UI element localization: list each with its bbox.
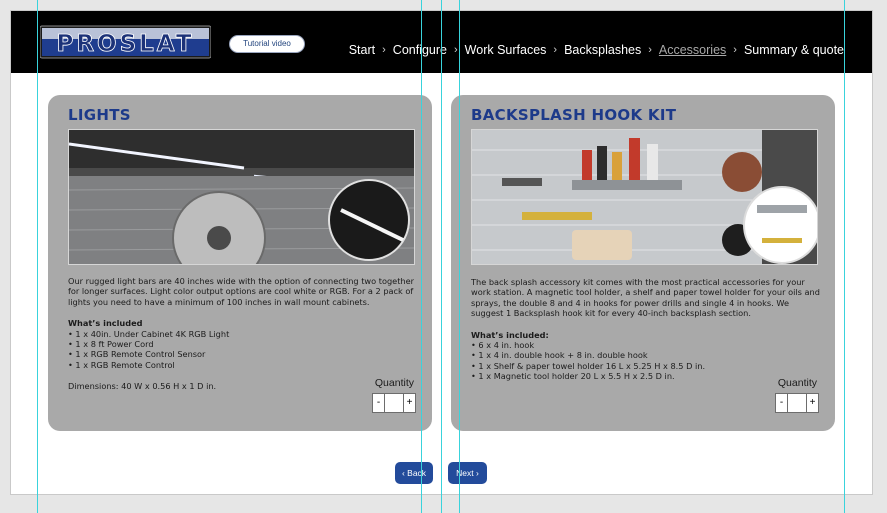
card-title: LIGHTS: [68, 106, 131, 124]
quantity-input[interactable]: [385, 394, 403, 412]
included-item: • 1 x Shelf & paper towel holder 16 L x …: [471, 360, 706, 371]
decrement-button[interactable]: -: [776, 394, 788, 412]
layout-guide: [441, 0, 442, 513]
lights-product-image: [68, 129, 415, 265]
quantity-input[interactable]: [788, 394, 806, 412]
included-item: • 1 x 40in. Under Cabinet 4K RGB Light: [68, 328, 230, 339]
included-item: • 1 x 4 in. double hook + 8 in. double h…: [471, 350, 648, 361]
logo-text: PROSLAT: [56, 31, 194, 57]
hook-kit-description: The back splash accessory kit comes with…: [471, 277, 821, 382]
decrement-button[interactable]: -: [373, 394, 385, 412]
nav-start[interactable]: Start: [349, 43, 375, 57]
chevron-right-icon: ›: [648, 44, 652, 56]
chevron-right-icon: ›: [553, 44, 558, 56]
included-item: • 1 x RGB Remote Control: [68, 359, 175, 370]
nav-backsplashes[interactable]: Backsplashes: [564, 43, 641, 57]
description-text: The back splash accessory kit comes with…: [471, 277, 820, 319]
layout-guide: [421, 0, 422, 513]
card-title: BACKSPLASH HOOK KIT: [471, 106, 677, 124]
quantity-label: Quantity: [777, 377, 817, 389]
chevron-right-icon: ›: [454, 44, 458, 56]
increment-button[interactable]: +: [403, 394, 415, 412]
hook-kit-product-image: [471, 129, 818, 265]
layout-guide: [37, 0, 38, 513]
included-item: • 6 x 4 in. hook: [471, 340, 535, 351]
chevron-right-icon: ›: [733, 44, 737, 56]
increment-button[interactable]: +: [806, 394, 818, 412]
chevron-right-icon: ›: [382, 44, 386, 56]
included-item: • 1 x RGB Remote Control Sensor: [68, 349, 206, 360]
included-heading: What’s included:: [471, 329, 549, 340]
quantity-label: Quantity: [374, 377, 414, 389]
dimensions-text: Dimensions: 40 W x 0.56 H x 1 D in.: [68, 381, 217, 392]
nav-configure[interactable]: Configure: [393, 43, 447, 57]
description-text: Our rugged light bars are 40 inches wide…: [68, 276, 414, 307]
quantity-stepper: - +: [775, 393, 819, 413]
next-button[interactable]: Next ›: [448, 462, 487, 484]
nav-summary-quote[interactable]: Summary & quote: [744, 43, 844, 57]
quantity-stepper: - +: [372, 393, 416, 413]
tutorial-video-button[interactable]: Tutorial video: [229, 35, 305, 53]
layout-guide: [459, 0, 460, 513]
included-item: • 1 x 8 ft Power Cord: [68, 339, 154, 350]
proslat-logo[interactable]: PROSLAT: [40, 24, 211, 60]
nav-accessories[interactable]: Accessories: [659, 43, 726, 57]
included-item: • 1 x Magnetic tool holder 20 L x 5.5 H …: [471, 371, 675, 382]
back-button[interactable]: ‹ Back: [395, 462, 433, 484]
backsplash-hook-kit-card: BACKSPLASH HOOK KIT The back splash acce…: [451, 95, 835, 431]
nav-work-surfaces[interactable]: Work Surfaces: [465, 43, 547, 57]
lights-description: Our rugged light bars are 40 inches wide…: [68, 276, 418, 392]
included-heading: What’s included: [68, 318, 143, 329]
breadcrumb-nav: Start › Configure › Work Surfaces › Back…: [349, 43, 844, 57]
layout-guide: [844, 0, 845, 513]
lights-card: LIGHTS Our rugged light bars are 40 inch…: [48, 95, 432, 431]
